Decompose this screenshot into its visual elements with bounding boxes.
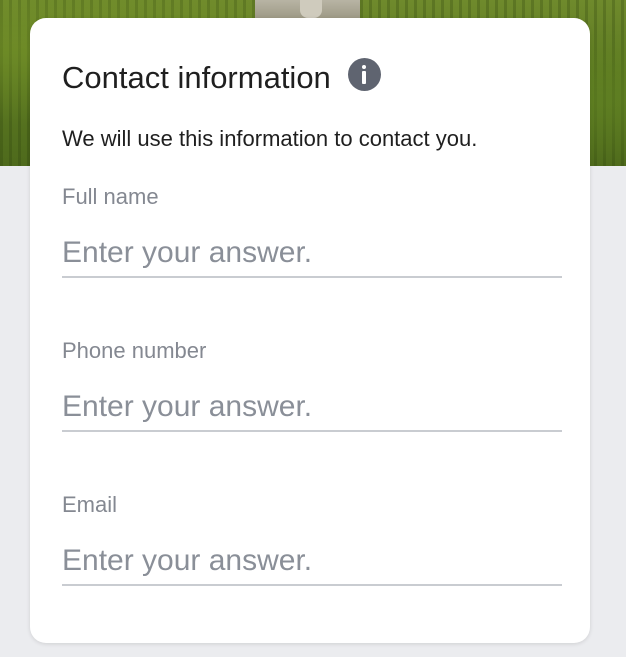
- section-title: Contact information: [62, 60, 331, 95]
- email-label: Email: [62, 492, 118, 517]
- full-name-input[interactable]: [62, 230, 562, 278]
- phone-number-label: Phone number: [62, 338, 207, 363]
- email-input[interactable]: [62, 538, 562, 586]
- full-name-label: Full name: [62, 184, 159, 209]
- phone-number-input[interactable]: [62, 384, 562, 432]
- section-header: Contact information: [62, 57, 381, 96]
- banner-garden-path: [255, 0, 360, 18]
- contact-info-card: Contact information We will use this inf…: [30, 18, 590, 643]
- info-icon[interactable]: [347, 57, 381, 91]
- section-description: We will use this information to contact …: [62, 126, 478, 151]
